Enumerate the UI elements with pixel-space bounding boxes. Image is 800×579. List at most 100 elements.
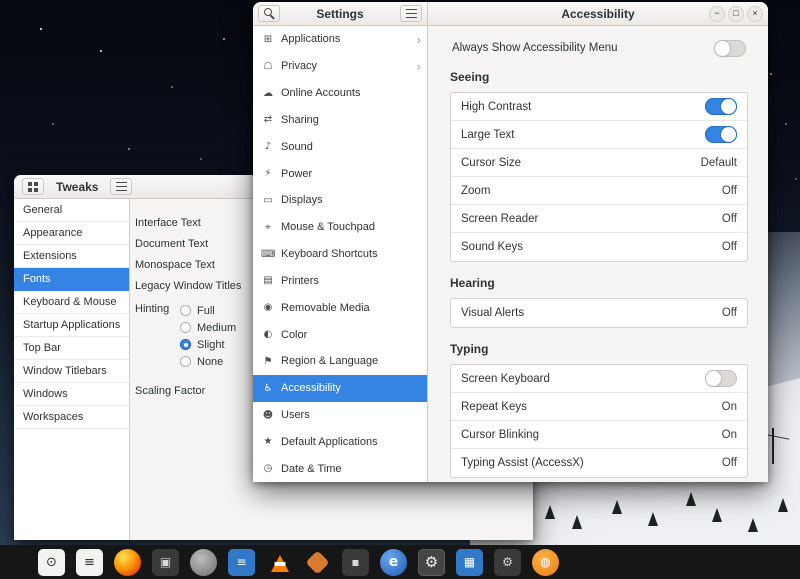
gimp-icon[interactable] [190,549,217,576]
settings-item-users[interactable]: ☻Users [253,402,427,429]
documents-icon[interactable]: ≡ [228,549,255,576]
row-value: Off [722,241,737,253]
settings-item-power[interactable]: ⚡Power [253,160,427,187]
mail-app-icon[interactable]: e [380,549,407,576]
file-manager-icon[interactable]: ▦ [456,549,483,576]
settings-item-keyboard-shortcuts[interactable]: ⌨Keyboard Shortcuts [253,241,427,268]
high-contrast-toggle[interactable] [705,98,737,115]
settings-item-privacy[interactable]: ☖Privacy› [253,53,427,80]
settings-item-label: Date & Time [281,463,342,475]
section-heading-hearing: Hearing [450,276,748,290]
row-repeat-keys[interactable]: Repeat KeysOn [451,393,747,421]
tweaks-sidebar-item-windows[interactable]: Windows [14,383,129,406]
accessibility-content: Always Show Accessibility Menu SeeingHig… [428,26,768,482]
settings-item-label: Users [281,409,310,421]
settings-search-button[interactable] [258,5,280,22]
row-label: Visual Alerts [461,307,524,319]
row-visual-alerts[interactable]: Visual AlertsOff [451,299,747,327]
dark-app-2-icon[interactable]: ▪ [342,549,369,576]
tweaks-sidebar-item-startup-applications[interactable]: Startup Applications [14,314,129,337]
firefox-icon[interactable] [114,549,141,576]
radio-icon-full[interactable] [180,305,191,316]
always-show-accessibility-menu-row[interactable]: Always Show Accessibility Menu [450,38,748,58]
settings-item-displays[interactable]: ▭Displays [253,187,427,214]
row-label: Repeat Keys [461,401,527,413]
row-zoom[interactable]: ZoomOff [451,177,747,205]
settings-item-color[interactable]: ◐Color [253,321,427,348]
tweaks-sidebar-item-workspaces[interactable]: Workspaces [14,406,129,429]
tweaks-sidebar-item-window-titlebars[interactable]: Window Titlebars [14,360,129,383]
ski-lift-pylon [772,428,774,464]
row-label: Large Text [461,129,515,141]
vlc-icon[interactable] [266,549,293,576]
settings-item-mouse-touchpad[interactable]: ⌖Mouse & Touchpad [253,214,427,241]
settings-item-accessibility[interactable]: ♿Accessibility [253,375,427,402]
radio-icon-none[interactable] [180,356,191,367]
hinting-option-none[interactable]: None [180,353,236,370]
tweaks-sidebar-item-top-bar[interactable]: Top Bar [14,337,129,360]
row-label: Zoom [461,185,490,197]
screenshot-tool-icon[interactable]: ⊙ [38,549,65,576]
tree-icon [648,512,658,526]
close-button[interactable]: × [747,6,763,22]
chevron-right-icon: › [417,33,421,46]
settings-item-label: Color [281,329,307,341]
hinting-option-slight[interactable]: Slight [180,336,236,353]
utilities-icon[interactable]: ⚙ [494,549,521,576]
settings-window-title: Settings [284,7,396,21]
tweaks-sidebar-item-appearance[interactable]: Appearance [14,222,129,245]
tweaks-menu-button[interactable] [110,178,132,195]
settings-gear-icon[interactable]: ⚙ [418,549,445,576]
settings-item-default-applications[interactable]: ★Default Applications [253,428,427,455]
settings-item-region-language[interactable]: ⚑Region & Language [253,348,427,375]
always-show-accessibility-menu-toggle[interactable] [714,40,746,57]
desktop: Tweaks GeneralAppearanceExtensionsFontsK… [0,0,800,579]
row-screen-keyboard[interactable]: Screen Keyboard [451,365,747,393]
settings-item-removable-media[interactable]: ◉Removable Media [253,294,427,321]
row-high-contrast[interactable]: High Contrast [451,93,747,121]
hinting-option-medium[interactable]: Medium [180,319,236,336]
tree-icon [748,518,758,532]
inkscape-icon[interactable] [304,549,331,576]
settings-item-date-time[interactable]: ◷Date & Time [253,455,427,482]
large-text-toggle[interactable] [705,126,737,143]
maximize-button[interactable]: □ [728,6,744,22]
tweaks-sidebar-item-fonts[interactable]: Fonts [14,268,129,291]
row-typing-assist-accessx[interactable]: Typing Assist (AccessX)Off [451,449,747,477]
dark-app-icon[interactable]: ▣ [152,549,179,576]
tweaks-sidebar-item-extensions[interactable]: Extensions [14,245,129,268]
settings-item-label: Displays [281,194,323,206]
accessibility-sections: SeeingHigh ContrastLarge TextCursor Size… [450,70,748,478]
blender-icon[interactable]: ◍ [532,549,559,576]
row-large-text[interactable]: Large Text [451,121,747,149]
taskbar: ⊙ ≡ ▣ ≡ ▪ e ⚙ ▦ ⚙ ◍ [0,545,800,579]
settings-item-printers[interactable]: ▤Printers [253,267,427,294]
hinting-option-label: Full [197,305,215,317]
row-label: Cursor Size [461,157,521,169]
screen-keyboard-toggle[interactable] [705,370,737,387]
settings-menu-button[interactable] [400,5,422,22]
tweaks-sidebar-item-keyboard-mouse[interactable]: Keyboard & Mouse [14,291,129,314]
privacy-shield-icon: ☖ [261,61,275,72]
accessibility-headerbar[interactable]: Accessibility − □ × [428,2,768,26]
settings-item-applications[interactable]: ⊞Applications› [253,26,427,53]
hinting-option-full[interactable]: Full [180,302,236,319]
tweaks-sidebar-item-general[interactable]: General [14,199,129,222]
settings-item-sound[interactable]: ♪Sound [253,133,427,160]
online-accounts-icon: ☁ [261,88,275,99]
tweaks-pages-button[interactable] [22,178,44,195]
row-sound-keys[interactable]: Sound Keys Off [451,233,747,261]
settings-item-sharing[interactable]: ⇄Sharing [253,106,427,133]
row-cursor-size[interactable]: Cursor SizeDefault [451,149,747,177]
radio-icon-slight[interactable] [180,339,191,350]
radio-icon-medium[interactable] [180,322,191,333]
text-editor-icon[interactable]: ≡ [76,549,103,576]
row-screen-reader[interactable]: Screen ReaderOff [451,205,747,233]
tree-icon [572,515,582,529]
row-cursor-blinking[interactable]: Cursor BlinkingOn [451,421,747,449]
row-label: Sound Keys [461,241,523,253]
settings-headerbar[interactable]: Settings [253,2,427,26]
minimize-button[interactable]: − [709,6,725,22]
sound-icon: ♪ [261,141,275,152]
settings-item-online-accounts[interactable]: ☁Online Accounts [253,80,427,107]
